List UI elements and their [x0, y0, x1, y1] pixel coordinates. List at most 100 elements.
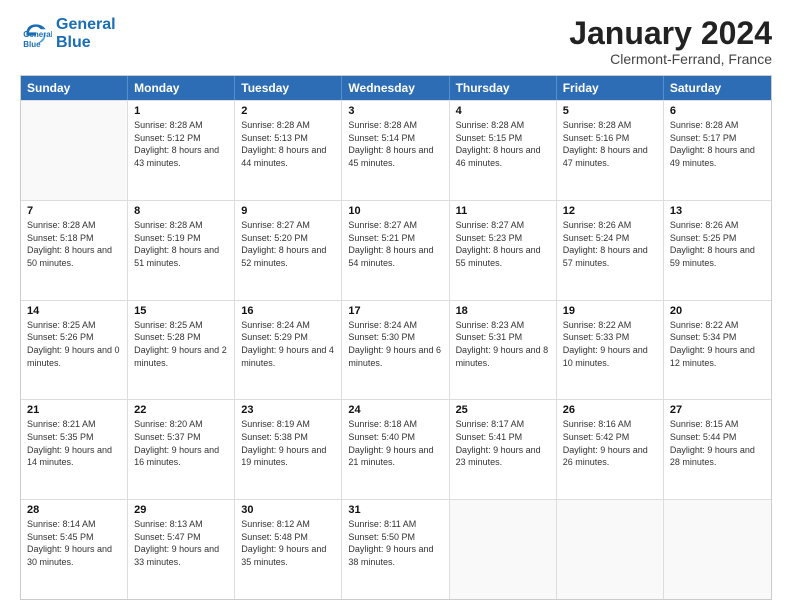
cal-cell: 30 Sunrise: 8:12 AMSunset: 5:48 PMDayligh… — [235, 500, 342, 599]
month-title: January 2024 — [569, 16, 772, 51]
cell-info: Sunrise: 8:26 AMSunset: 5:24 PMDaylight:… — [563, 219, 657, 269]
svg-text:Blue: Blue — [23, 39, 41, 48]
cal-cell: 12 Sunrise: 8:26 AMSunset: 5:24 PMDayligh… — [557, 201, 664, 300]
week-row-3: 14 Sunrise: 8:25 AMSunset: 5:26 PMDayligh… — [21, 300, 771, 400]
header-day-wednesday: Wednesday — [342, 76, 449, 100]
cal-cell: 31 Sunrise: 8:11 AMSunset: 5:50 PMDayligh… — [342, 500, 449, 599]
cell-info: Sunrise: 8:25 AMSunset: 5:26 PMDaylight:… — [27, 319, 121, 369]
cal-cell: 15 Sunrise: 8:25 AMSunset: 5:28 PMDayligh… — [128, 301, 235, 400]
day-number: 3 — [348, 105, 442, 117]
cell-info: Sunrise: 8:28 AMSunset: 5:15 PMDaylight:… — [456, 119, 550, 169]
cell-info: Sunrise: 8:27 AMSunset: 5:21 PMDaylight:… — [348, 219, 442, 269]
cell-info: Sunrise: 8:24 AMSunset: 5:30 PMDaylight:… — [348, 319, 442, 369]
day-number: 14 — [27, 305, 121, 317]
cal-cell: 20 Sunrise: 8:22 AMSunset: 5:34 PMDayligh… — [664, 301, 771, 400]
cell-info: Sunrise: 8:13 AMSunset: 5:47 PMDaylight:… — [134, 518, 228, 568]
cal-cell: 4Sunrise: 8:28 AMSunset: 5:15 PMDaylight… — [450, 101, 557, 200]
day-number: 15 — [134, 305, 228, 317]
cell-info: Sunrise: 8:11 AMSunset: 5:50 PMDaylight:… — [348, 518, 442, 568]
cell-info: Sunrise: 8:28 AMSunset: 5:18 PMDaylight:… — [27, 219, 121, 269]
cal-cell: 22 Sunrise: 8:20 AMSunset: 5:37 PMDayligh… — [128, 400, 235, 499]
cell-info: Sunrise: 8:22 AMSunset: 5:34 PMDaylight:… — [670, 319, 765, 369]
title-block: January 2024 Clermont-Ferrand, France — [569, 16, 772, 67]
cell-info: Sunrise: 8:18 AMSunset: 5:40 PMDaylight:… — [348, 418, 442, 468]
day-number: 19 — [563, 305, 657, 317]
header-day-friday: Friday — [557, 76, 664, 100]
cell-info: Sunrise: 8:12 AMSunset: 5:48 PMDaylight:… — [241, 518, 335, 568]
day-number: 23 — [241, 404, 335, 416]
cal-cell: 2Sunrise: 8:28 AMSunset: 5:13 PMDaylight… — [235, 101, 342, 200]
cal-cell: 13 Sunrise: 8:26 AMSunset: 5:25 PMDayligh… — [664, 201, 771, 300]
cell-info: Sunrise: 8:27 AMSunset: 5:20 PMDaylight:… — [241, 219, 335, 269]
cell-info: Sunrise: 8:28 AMSunset: 5:16 PMDaylight:… — [563, 119, 657, 169]
cal-cell: 16Sunrise: 8:24 AMSunset: 5:29 PMDayligh… — [235, 301, 342, 400]
day-number: 22 — [134, 404, 228, 416]
cell-info: Sunrise: 8:23 AMSunset: 5:31 PMDaylight:… — [456, 319, 550, 369]
day-number: 18 — [456, 305, 550, 317]
day-number: 9 — [241, 205, 335, 217]
svg-text:General: General — [23, 30, 52, 39]
day-number: 25 — [456, 404, 550, 416]
cell-info: Sunrise: 8:26 AMSunset: 5:25 PMDaylight:… — [670, 219, 765, 269]
day-number: 30 — [241, 504, 335, 516]
cell-info: Sunrise: 8:14 AMSunset: 5:45 PMDaylight:… — [27, 518, 121, 568]
cell-info: Sunrise: 8:28 AMSunset: 5:14 PMDaylight:… — [348, 119, 442, 169]
cell-info: Sunrise: 8:28 AMSunset: 5:17 PMDaylight:… — [670, 119, 765, 169]
cal-cell: 11Sunrise: 8:27 AMSunset: 5:23 PMDayligh… — [450, 201, 557, 300]
cell-info: Sunrise: 8:25 AMSunset: 5:28 PMDaylight:… — [134, 319, 228, 369]
cal-cell: 29 Sunrise: 8:13 AMSunset: 5:47 PMDayligh… — [128, 500, 235, 599]
day-number: 12 — [563, 205, 657, 217]
cal-cell: 27Sunrise: 8:15 AMSunset: 5:44 PMDayligh… — [664, 400, 771, 499]
cal-cell: 19 Sunrise: 8:22 AMSunset: 5:33 PMDayligh… — [557, 301, 664, 400]
day-number: 13 — [670, 205, 765, 217]
page: General Blue General Blue January 2024 C… — [0, 0, 792, 612]
cal-cell — [664, 500, 771, 599]
day-number: 24 — [348, 404, 442, 416]
cal-cell: 10 Sunrise: 8:27 AMSunset: 5:21 PMDayligh… — [342, 201, 449, 300]
cell-info: Sunrise: 8:28 AMSunset: 5:12 PMDaylight:… — [134, 119, 228, 169]
week-row-2: 7Sunrise: 8:28 AMSunset: 5:18 PMDaylight… — [21, 200, 771, 300]
cal-cell: 24 Sunrise: 8:18 AMSunset: 5:40 PMDayligh… — [342, 400, 449, 499]
day-number: 28 — [27, 504, 121, 516]
cell-info: Sunrise: 8:28 AMSunset: 5:13 PMDaylight:… — [241, 119, 335, 169]
day-number: 10 — [348, 205, 442, 217]
cell-info: Sunrise: 8:17 AMSunset: 5:41 PMDaylight:… — [456, 418, 550, 468]
cal-cell: 28 Sunrise: 8:14 AMSunset: 5:45 PMDayligh… — [21, 500, 128, 599]
week-row-4: 21Sunrise: 8:21 AMSunset: 5:35 PMDayligh… — [21, 399, 771, 499]
cal-cell: 7Sunrise: 8:28 AMSunset: 5:18 PMDaylight… — [21, 201, 128, 300]
cal-cell: 3 Sunrise: 8:28 AMSunset: 5:14 PMDaylight… — [342, 101, 449, 200]
cal-cell — [450, 500, 557, 599]
logo-icon: General Blue — [20, 18, 52, 50]
cal-cell: 14 Sunrise: 8:25 AMSunset: 5:26 PMDayligh… — [21, 301, 128, 400]
cal-cell — [21, 101, 128, 200]
header-day-saturday: Saturday — [664, 76, 771, 100]
week-row-5: 28 Sunrise: 8:14 AMSunset: 5:45 PMDayligh… — [21, 499, 771, 599]
cell-info: Sunrise: 8:20 AMSunset: 5:37 PMDaylight:… — [134, 418, 228, 468]
cell-info: Sunrise: 8:15 AMSunset: 5:44 PMDaylight:… — [670, 418, 765, 468]
header-day-sunday: Sunday — [21, 76, 128, 100]
day-number: 1 — [134, 105, 228, 117]
cal-cell: 18 Sunrise: 8:23 AMSunset: 5:31 PMDayligh… — [450, 301, 557, 400]
calendar: SundayMondayTuesdayWednesdayThursdayFrid… — [20, 75, 772, 600]
day-number: 31 — [348, 504, 442, 516]
calendar-body: 1 Sunrise: 8:28 AMSunset: 5:12 PMDaylight… — [21, 100, 771, 599]
cal-cell: 9 Sunrise: 8:27 AMSunset: 5:20 PMDaylight… — [235, 201, 342, 300]
calendar-header: SundayMondayTuesdayWednesdayThursdayFrid… — [21, 76, 771, 100]
cell-info: Sunrise: 8:16 AMSunset: 5:42 PMDaylight:… — [563, 418, 657, 468]
cell-info: Sunrise: 8:28 AMSunset: 5:19 PMDaylight:… — [134, 219, 228, 269]
cal-cell: 1 Sunrise: 8:28 AMSunset: 5:12 PMDaylight… — [128, 101, 235, 200]
header-day-monday: Monday — [128, 76, 235, 100]
cell-info: Sunrise: 8:22 AMSunset: 5:33 PMDaylight:… — [563, 319, 657, 369]
day-number: 17 — [348, 305, 442, 317]
day-number: 29 — [134, 504, 228, 516]
day-number: 20 — [670, 305, 765, 317]
location: Clermont-Ferrand, France — [569, 51, 772, 67]
header-day-tuesday: Tuesday — [235, 76, 342, 100]
day-number: 26 — [563, 404, 657, 416]
logo-text-blue: Blue — [56, 34, 116, 52]
day-number: 8 — [134, 205, 228, 217]
cal-cell — [557, 500, 664, 599]
cal-cell: 23Sunrise: 8:19 AMSunset: 5:38 PMDayligh… — [235, 400, 342, 499]
day-number: 11 — [456, 205, 550, 217]
week-row-1: 1 Sunrise: 8:28 AMSunset: 5:12 PMDaylight… — [21, 100, 771, 200]
